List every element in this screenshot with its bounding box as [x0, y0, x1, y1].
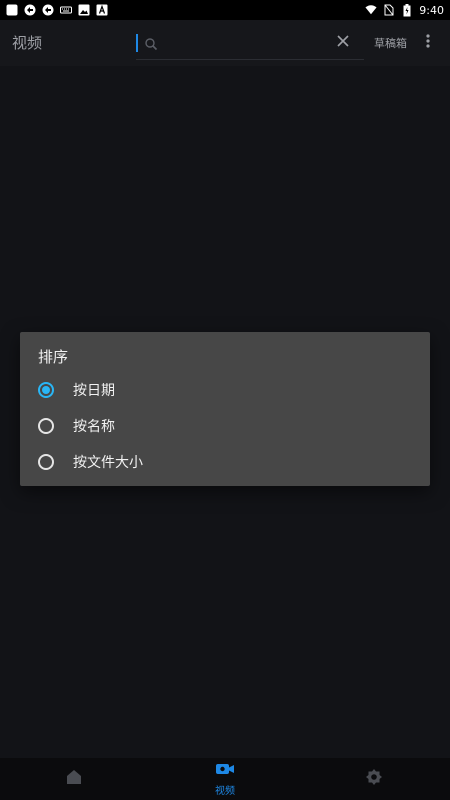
nav-item-video[interactable]: 视频	[195, 758, 255, 800]
nav-item-home[interactable]	[44, 758, 104, 800]
no-sim-icon	[383, 4, 395, 16]
status-bar: 9:40	[0, 0, 450, 20]
status-right-icons: 9:40	[365, 3, 444, 17]
home-icon	[65, 768, 83, 790]
battery-icon	[401, 3, 413, 16]
keyboard-icon	[60, 4, 72, 16]
more-options-icon[interactable]	[421, 33, 435, 49]
sort-option-name[interactable]: 按名称	[38, 411, 418, 441]
wifi-icon	[365, 4, 377, 16]
page-title: 视频	[12, 34, 43, 52]
option-label: 按文件大小	[73, 455, 143, 471]
status-time: 9:40	[419, 3, 444, 17]
drafts-button[interactable]: 草稿箱	[374, 35, 407, 51]
radio-unchecked-icon[interactable]	[38, 454, 54, 470]
option-label: 按名称	[73, 419, 115, 435]
text-icon	[96, 4, 108, 16]
radio-checked-icon[interactable]	[38, 382, 54, 398]
radio-unchecked-icon[interactable]	[38, 418, 54, 434]
sync-icon	[42, 4, 54, 16]
bottom-nav: 视频	[0, 758, 450, 800]
option-label: 按日期	[73, 383, 115, 399]
sort-option-file-size[interactable]: 按文件大小	[38, 447, 418, 477]
sync-icon	[24, 4, 36, 16]
dialog-title: 排序	[38, 348, 69, 366]
search-input[interactable]	[162, 32, 322, 56]
nav-label-video: 视频	[215, 786, 235, 797]
nav-item-settings[interactable]	[344, 758, 404, 800]
text-caret	[136, 34, 138, 52]
video-icon	[215, 761, 235, 781]
image-icon	[78, 4, 90, 16]
app-icon	[6, 4, 18, 16]
settings-icon	[365, 768, 383, 790]
clear-search-icon[interactable]	[334, 32, 352, 50]
search-icon	[144, 36, 158, 51]
sort-option-date[interactable]: 按日期	[38, 375, 418, 405]
status-left-icons	[6, 4, 108, 16]
sort-dialog: 排序 按日期 按名称 按文件大小	[20, 332, 430, 486]
search-box[interactable]	[136, 30, 364, 60]
